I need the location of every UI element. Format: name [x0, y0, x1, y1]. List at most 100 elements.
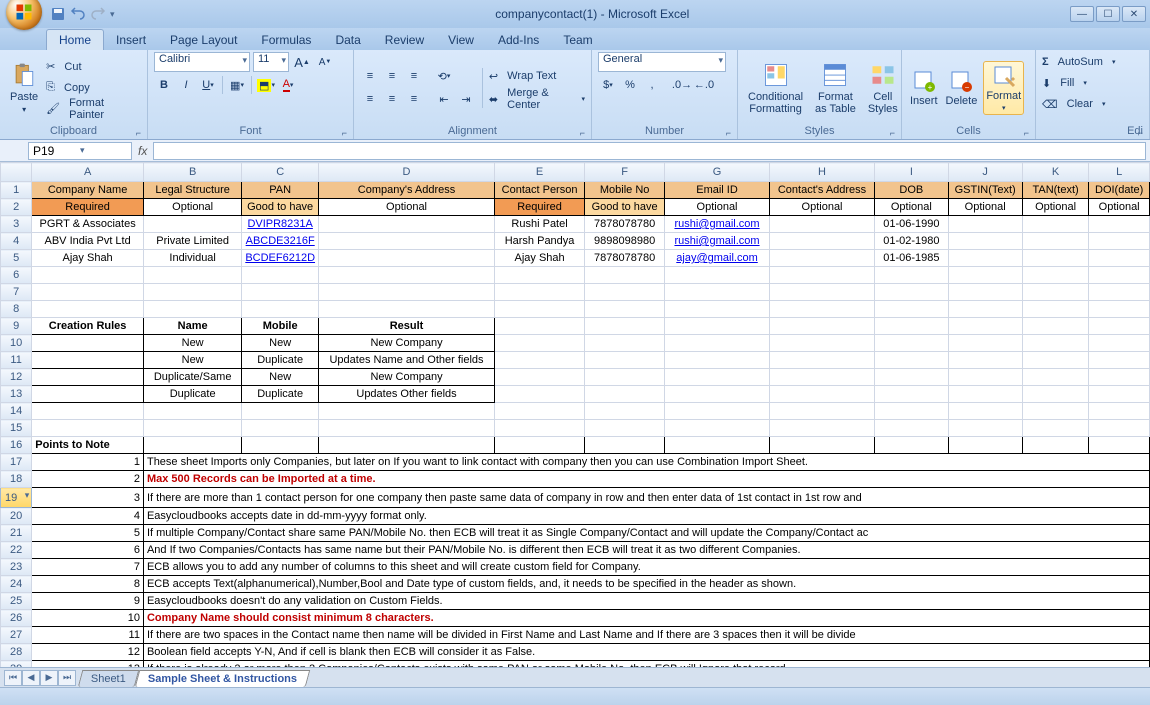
- cell[interactable]: [585, 369, 665, 386]
- rules-cell[interactable]: New: [143, 352, 241, 369]
- cell[interactable]: [769, 386, 874, 403]
- table-header-cell[interactable]: Company's Address: [319, 182, 495, 199]
- tab-nav-next[interactable]: ▶: [40, 670, 58, 686]
- cell[interactable]: [1022, 386, 1088, 403]
- cell[interactable]: [1022, 301, 1088, 318]
- requirement-cell[interactable]: Optional: [1089, 199, 1150, 216]
- table-header-cell[interactable]: GSTIN(Text): [948, 182, 1022, 199]
- data-cell[interactable]: 7878078780: [585, 216, 665, 233]
- cell[interactable]: [1022, 318, 1088, 335]
- cell[interactable]: [242, 437, 319, 454]
- ribbon-tab-insert[interactable]: Insert: [104, 30, 158, 50]
- worksheet-area[interactable]: ABCDEFGHIJKL1Company NameLegal Structure…: [0, 162, 1150, 667]
- data-cell[interactable]: Ajay Shah: [32, 250, 144, 267]
- wrap-text-button[interactable]: ↩ Wrap Text: [489, 66, 585, 86]
- row-header-4[interactable]: 4: [1, 233, 32, 250]
- col-header-L[interactable]: L: [1089, 163, 1150, 182]
- tab-nav-last[interactable]: ⏭: [58, 670, 76, 686]
- cell[interactable]: [1022, 335, 1088, 352]
- table-header-cell[interactable]: Mobile No: [585, 182, 665, 199]
- data-cell[interactable]: rushi@gmail.com: [665, 216, 770, 233]
- cell[interactable]: [319, 267, 495, 284]
- row-header-13[interactable]: 13: [1, 386, 32, 403]
- ribbon-tab-page-layout[interactable]: Page Layout: [158, 30, 249, 50]
- table-header-cell[interactable]: Legal Structure: [143, 182, 241, 199]
- row-header-28[interactable]: 28: [1, 644, 32, 661]
- data-cell[interactable]: [1089, 216, 1150, 233]
- cell[interactable]: [1089, 437, 1150, 454]
- rules-cell[interactable]: Duplicate/Same: [143, 369, 241, 386]
- col-header-H[interactable]: H: [769, 163, 874, 182]
- tab-nav-prev[interactable]: ◀: [22, 670, 40, 686]
- point-text[interactable]: If there are more than 1 contact person …: [143, 488, 1149, 508]
- data-cell[interactable]: Private Limited: [143, 233, 241, 250]
- col-header-D[interactable]: D: [319, 163, 495, 182]
- cell[interactable]: [495, 386, 585, 403]
- cell[interactable]: [769, 352, 874, 369]
- rules-header-cell[interactable]: Name: [143, 318, 241, 335]
- cell[interactable]: [242, 420, 319, 437]
- data-cell[interactable]: 01-02-1980: [875, 233, 948, 250]
- row-header-1[interactable]: 1: [1, 182, 32, 199]
- point-text[interactable]: These sheet Imports only Companies, but …: [143, 454, 1149, 471]
- cell[interactable]: [585, 318, 665, 335]
- cell[interactable]: [875, 318, 948, 335]
- cell[interactable]: [143, 267, 241, 284]
- data-cell[interactable]: [1089, 250, 1150, 267]
- requirement-cell[interactable]: Optional: [875, 199, 948, 216]
- data-cell[interactable]: [769, 233, 874, 250]
- cell[interactable]: [665, 301, 770, 318]
- cell[interactable]: [495, 369, 585, 386]
- cell[interactable]: [875, 386, 948, 403]
- requirement-cell[interactable]: Optional: [948, 199, 1022, 216]
- copy-button[interactable]: ⎘ Copy: [46, 78, 141, 98]
- cell[interactable]: [875, 335, 948, 352]
- row-header-15[interactable]: 15: [1, 420, 32, 437]
- data-cell[interactable]: [1089, 233, 1150, 250]
- cell[interactable]: [32, 386, 144, 403]
- point-text[interactable]: Easycloudbooks doesn't do any validation…: [143, 593, 1149, 610]
- redo-icon[interactable]: [90, 6, 106, 22]
- col-header-C[interactable]: C: [242, 163, 319, 182]
- ribbon-tab-data[interactable]: Data: [323, 30, 372, 50]
- row-header-17[interactable]: 17: [1, 454, 32, 471]
- cell[interactable]: [948, 267, 1022, 284]
- points-title[interactable]: Points to Note: [32, 437, 144, 454]
- clear-button[interactable]: ⌫ Clear ▾: [1042, 94, 1106, 114]
- row-header-29[interactable]: 29: [1, 661, 32, 668]
- cell[interactable]: [665, 420, 770, 437]
- minimize-button[interactable]: —: [1070, 6, 1094, 22]
- table-header-cell[interactable]: DOB: [875, 182, 948, 199]
- col-header-J[interactable]: J: [948, 163, 1022, 182]
- cell[interactable]: [875, 352, 948, 369]
- cell[interactable]: [242, 301, 319, 318]
- align-top-button[interactable]: ≡: [360, 66, 380, 86]
- font-color-button[interactable]: A▾: [278, 75, 298, 95]
- cell[interactable]: [1022, 267, 1088, 284]
- cell[interactable]: [665, 437, 770, 454]
- row-header-27[interactable]: 27: [1, 627, 32, 644]
- row-header-23[interactable]: 23: [1, 559, 32, 576]
- cell[interactable]: [948, 437, 1022, 454]
- data-cell[interactable]: ABV India Pvt Ltd: [32, 233, 144, 250]
- data-cell[interactable]: [948, 233, 1022, 250]
- cell[interactable]: [875, 301, 948, 318]
- fill-button[interactable]: ⬇ Fill ▾: [1042, 73, 1087, 93]
- data-cell[interactable]: [143, 216, 241, 233]
- cell[interactable]: [585, 301, 665, 318]
- cell[interactable]: [585, 352, 665, 369]
- cell[interactable]: [319, 301, 495, 318]
- cell[interactable]: [495, 420, 585, 437]
- rules-header-cell[interactable]: Result: [319, 318, 495, 335]
- point-text[interactable]: Easycloudbooks accepts date in dd-mm-yyy…: [143, 508, 1149, 525]
- cell[interactable]: [585, 437, 665, 454]
- ribbon-tab-review[interactable]: Review: [373, 30, 436, 50]
- bold-button[interactable]: B: [154, 75, 174, 95]
- cell[interactable]: [769, 369, 874, 386]
- cell[interactable]: [665, 318, 770, 335]
- sheet-tab-sheet1[interactable]: Sheet1: [78, 670, 139, 687]
- rules-cell[interactable]: Duplicate: [242, 352, 319, 369]
- rules-cell[interactable]: Duplicate: [143, 386, 241, 403]
- align-left-button[interactable]: ≡: [360, 89, 380, 109]
- cell[interactable]: [242, 284, 319, 301]
